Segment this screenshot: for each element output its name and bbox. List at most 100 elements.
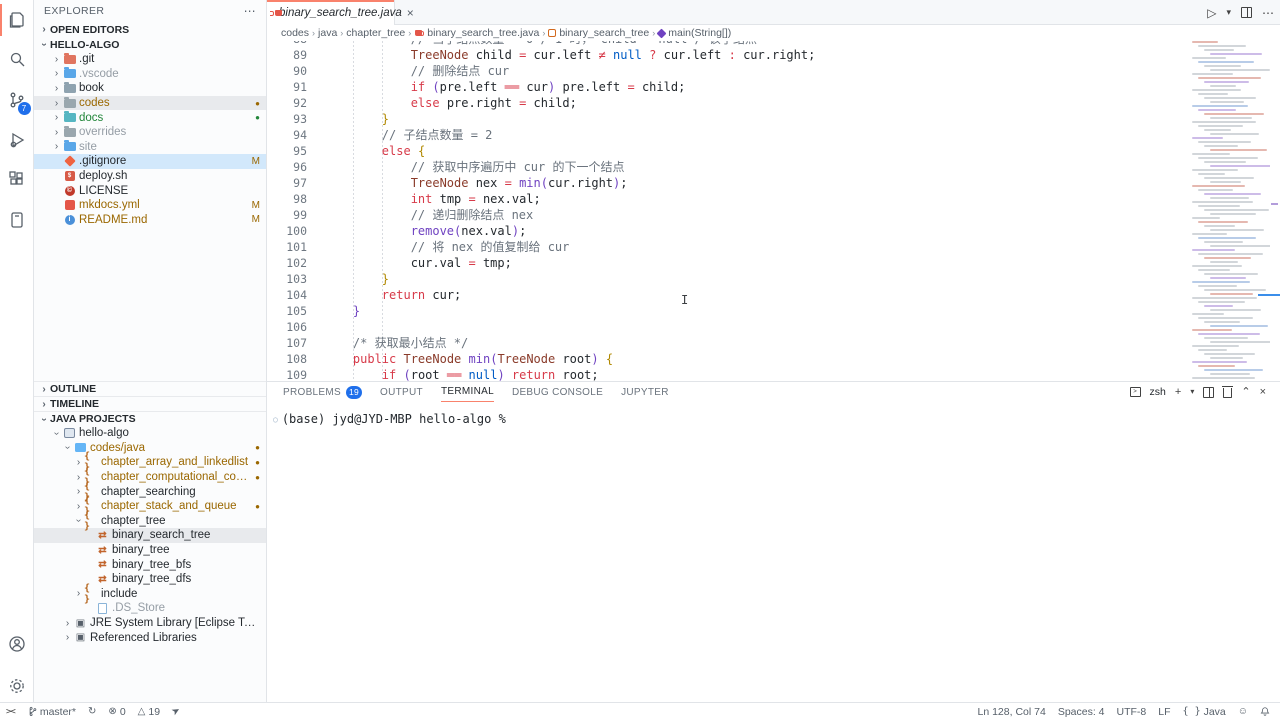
code-line-99[interactable]: 99 // 递归删除结点 nex xyxy=(267,207,1190,223)
tree-item-chapter-searching[interactable]: ›{ } chapter_searching xyxy=(34,484,266,499)
run-dropdown-icon[interactable]: ▾ xyxy=(1226,8,1231,17)
section-timeline[interactable]: › TIMELINE xyxy=(34,396,266,411)
status-warnings[interactable]: △19 xyxy=(138,706,160,718)
status-errors[interactable]: ⊗0 xyxy=(108,706,125,718)
run-debug-icon[interactable] xyxy=(0,120,34,160)
tree-item-deploy-sh[interactable]: ›$ deploy.sh xyxy=(34,169,266,184)
panel-tab-jupyter[interactable]: JUPYTER xyxy=(621,382,669,402)
editor-more-actions-icon[interactable]: ⋯ xyxy=(1262,7,1274,19)
shell-label[interactable]: zsh xyxy=(1150,386,1166,398)
code-line-105[interactable]: 105 } xyxy=(267,303,1190,319)
run-button[interactable]: ▷ xyxy=(1207,7,1216,19)
tree-item-book[interactable]: › book xyxy=(34,81,266,96)
tree-item-codes-java[interactable]: › codes/java● xyxy=(34,441,266,456)
new-terminal-icon[interactable]: + xyxy=(1175,387,1181,398)
overview-ruler[interactable] xyxy=(1270,41,1280,381)
tree-item-chapter-computational-complexity[interactable]: ›{ } chapter_computational_complexity● xyxy=(34,470,266,485)
extensions-icon[interactable] xyxy=(0,160,34,200)
tree-item-chapter-stack-and-queue[interactable]: ›{ } chapter_stack_and_queue● xyxy=(34,499,266,514)
tree-item-chapter-array-and-linkedlist[interactable]: ›{ } chapter_array_and_linkedlist● xyxy=(34,455,266,470)
kill-terminal-icon[interactable] xyxy=(1223,388,1232,398)
source-control-icon[interactable]: 7 xyxy=(0,80,34,120)
tree-item-chapter-tree[interactable]: ›{ } chapter_tree xyxy=(34,514,266,529)
code-line-100[interactable]: 100 remove(nex.val); xyxy=(267,223,1190,239)
panel-tab-debug-console[interactable]: DEBUG CONSOLE xyxy=(512,382,603,402)
section-root-folder[interactable]: › HELLO-ALGO xyxy=(34,37,266,52)
code-line-90[interactable]: 90 // 删除结点 cur xyxy=(267,63,1190,79)
status-sync[interactable]: ↻ xyxy=(88,706,96,717)
notebook-icon[interactable] xyxy=(0,200,34,240)
code-line-97[interactable]: 97 TreeNode nex = min(cur.right); xyxy=(267,175,1190,191)
tree-item-binary-tree-bfs[interactable]: ›⇄ binary_tree_bfs xyxy=(34,557,266,572)
tree-item-codes[interactable]: › codes● xyxy=(34,96,266,111)
status-encoding[interactable]: UTF-8 xyxy=(1117,706,1147,718)
panel-tab-output[interactable]: OUTPUT xyxy=(380,382,423,402)
split-terminal-icon[interactable] xyxy=(1203,387,1214,398)
status-eol[interactable]: LF xyxy=(1158,706,1170,718)
section-open-editors[interactable]: › OPEN EDITORS xyxy=(34,22,266,37)
status-remote[interactable]: >< xyxy=(6,707,15,717)
status-cursor-position[interactable]: Ln 128, Col 74 xyxy=(978,706,1046,718)
tree-item-jre-system-library-eclipse-temurin-17-17[interactable]: ›▣ JRE System Library [Eclipse Temurin 1… xyxy=(34,616,266,631)
status-branch[interactable]: master* xyxy=(27,706,76,718)
breadcrumb-java[interactable]: java xyxy=(318,27,337,39)
breadcrumb-chapter-tree[interactable]: chapter_tree xyxy=(346,27,405,39)
breadcrumb-binary-search-tree[interactable]: binary_search_tree xyxy=(548,27,649,39)
code-line-95[interactable]: 95 else { xyxy=(267,143,1190,159)
code-line-107[interactable]: 107 /* 获取最小结点 */ xyxy=(267,335,1190,351)
code-line-91[interactable]: 91 if (pre.left ══ cur) pre.left = child… xyxy=(267,79,1190,95)
code-line-101[interactable]: 101 // 将 nex 的值复制给 cur xyxy=(267,239,1190,255)
tree-item-readme-md[interactable]: ›i README.mdM xyxy=(34,213,266,228)
tree-item-docs[interactable]: › docs● xyxy=(34,110,266,125)
account-icon[interactable] xyxy=(0,624,34,664)
tree-item-license[interactable]: ›© LICENSE xyxy=(34,183,266,198)
code-line-89[interactable]: 89 TreeNode child = cur.left ≠ null ? cu… xyxy=(267,47,1190,63)
breadcrumb-binary-search-tree-java[interactable]: binary_search_tree.java xyxy=(414,27,539,39)
status-transmit[interactable]: ➤ xyxy=(172,706,180,717)
tree-item-gitignore[interactable]: › .gitignoreM xyxy=(34,154,266,169)
code-line-104[interactable]: 104 return cur; xyxy=(267,287,1190,303)
status-language-mode[interactable]: { }Java xyxy=(1183,706,1226,718)
status-feedback[interactable]: ☺ xyxy=(1238,706,1248,717)
tree-item-overrides[interactable]: › overrides xyxy=(34,125,266,140)
tab-binary-search-tree[interactable]: binary_search_tree.java × xyxy=(267,0,395,25)
code-line-109[interactable]: 109 if (root ══ null) return root; xyxy=(267,367,1190,381)
explorer-more-actions-icon[interactable]: ⋯ xyxy=(244,4,256,18)
tree-item-include[interactable]: ›{ } include xyxy=(34,587,266,602)
code-line-106[interactable]: 106 xyxy=(267,319,1190,335)
status-indentation[interactable]: Spaces: 4 xyxy=(1058,706,1105,718)
code-line-93[interactable]: 93 } xyxy=(267,111,1190,127)
tree-item-git[interactable]: › .git xyxy=(34,52,266,67)
tree-item-ds-store[interactable]: › .DS_Store xyxy=(34,601,266,616)
tree-item-hello-algo[interactable]: › hello-algo xyxy=(34,426,266,441)
code-line-103[interactable]: 103 } xyxy=(267,271,1190,287)
tree-item-binary-search-tree[interactable]: ›⇄ binary_search_tree xyxy=(34,528,266,543)
code-line-102[interactable]: 102 cur.val = tmp; xyxy=(267,255,1190,271)
close-panel-icon[interactable]: × xyxy=(1260,387,1266,398)
breadcrumb-codes[interactable]: codes xyxy=(281,27,309,39)
maximize-panel-icon[interactable]: ⌃ xyxy=(1241,387,1250,398)
breadcrumb-main-string[interactable]: main(String[]) xyxy=(658,27,731,39)
tree-item-binary-tree-dfs[interactable]: ›⇄ binary_tree_dfs xyxy=(34,572,266,587)
tree-item-site[interactable]: › site xyxy=(34,140,266,155)
status-notifications[interactable] xyxy=(1260,706,1270,717)
panel-tab-problems[interactable]: PROBLEMS 19 xyxy=(283,382,362,402)
code-line-94[interactable]: 94 // 子结点数量 = 2 xyxy=(267,127,1190,143)
explorer-icon[interactable] xyxy=(0,0,34,40)
settings-gear-icon[interactable] xyxy=(0,670,34,702)
code-line-108[interactable]: 108 public TreeNode min(TreeNode root) { xyxy=(267,351,1190,367)
tree-item-mkdocs-yml[interactable]: › mkdocs.ymlM xyxy=(34,198,266,213)
code-line-98[interactable]: 98 int tmp = nex.val; xyxy=(267,191,1190,207)
tab-close-icon[interactable]: × xyxy=(407,6,414,20)
code-editor[interactable]: 88 // 当子结点数量 = 0 / 1 时， child = null / 该… xyxy=(267,41,1190,381)
section-outline[interactable]: › OUTLINE xyxy=(34,381,266,396)
tree-item-referenced-libraries[interactable]: ›▣ Referenced Libraries xyxy=(34,630,266,645)
split-editor-icon[interactable] xyxy=(1241,7,1252,18)
panel-tab-terminal[interactable]: TERMINAL xyxy=(441,382,494,402)
minimap[interactable] xyxy=(1190,41,1270,381)
section-java-projects[interactable]: › JAVA PROJECTS xyxy=(34,411,266,426)
search-icon[interactable] xyxy=(0,40,34,80)
tree-item-binary-tree[interactable]: ›⇄ binary_tree xyxy=(34,543,266,558)
code-line-96[interactable]: 96 // 获取中序遍历中 cur 的下一个结点 xyxy=(267,159,1190,175)
code-line-92[interactable]: 92 else pre.right = child; xyxy=(267,95,1190,111)
